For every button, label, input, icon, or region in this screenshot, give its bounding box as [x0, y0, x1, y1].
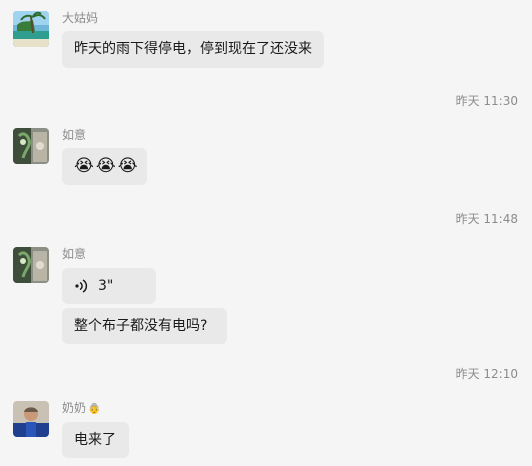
voice-duration: 3" — [98, 278, 114, 294]
message-bubble[interactable]: 😭 😭 😭 — [62, 148, 147, 185]
sender-name: 大姑妈 — [62, 11, 99, 25]
message-bubble[interactable]: 整个布子都没有电吗? — [62, 308, 227, 344]
avatar-ruyi[interactable] — [13, 247, 49, 283]
chat-history[interactable]: 大姑妈 昨天的雨下得停电，停到现在了还没来 昨天 11:30 如意 😭 😭 😭 — [0, 0, 532, 466]
sender-name: 如意 — [62, 247, 87, 261]
crying-emoji-icon: 😭 — [117, 156, 138, 176]
sender-name: 如意 — [62, 128, 87, 142]
voice-row: 3" — [74, 276, 144, 296]
message-text: 整个布子都没有电吗? — [74, 318, 208, 334]
crying-emoji-icon: 😭 — [95, 156, 116, 176]
emoji-row: 😭 😭 😭 — [74, 155, 138, 177]
avatar-ruyi[interactable] — [13, 128, 49, 164]
grandma-badge-icon: 👵 — [88, 404, 101, 415]
crying-emoji-icon: 😭 — [74, 156, 94, 176]
avatar-nainai[interactable] — [13, 401, 49, 437]
timestamp: 昨天 11:48 — [455, 212, 518, 226]
message-text: 昨天的雨下得停电，停到现在了还没来 — [74, 41, 312, 57]
voice-wave-icon — [74, 278, 88, 294]
sender-name-text: 奶奶 — [62, 401, 87, 415]
message-text: 电来了 — [74, 432, 116, 448]
avatar-dagu[interactable] — [13, 11, 49, 47]
timestamp: 昨天 11:30 — [455, 94, 518, 108]
voice-message-bubble[interactable]: 3" — [62, 268, 156, 304]
timestamp: 昨天 12:10 — [455, 367, 518, 381]
message-bubble[interactable]: 电来了 — [62, 422, 129, 458]
message-bubble[interactable]: 昨天的雨下得停电，停到现在了还没来 — [62, 31, 324, 68]
sender-name: 奶奶 👵 — [62, 401, 100, 417]
